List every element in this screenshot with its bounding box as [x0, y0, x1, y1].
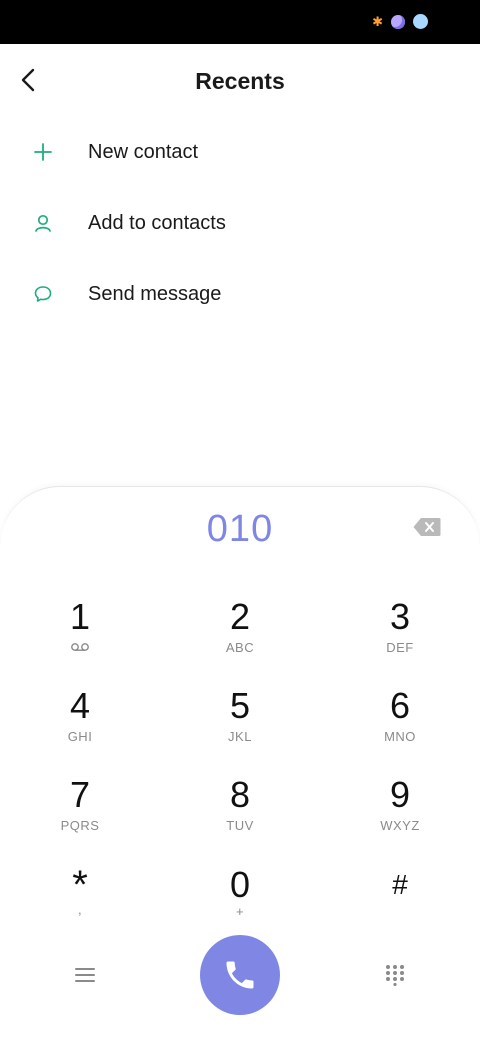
- key-2[interactable]: 2 ABC: [180, 596, 300, 676]
- key-digit: 0: [229, 864, 251, 905]
- key-letters: WXYZ: [380, 818, 420, 833]
- add-to-contacts-action[interactable]: Add to contacts: [0, 193, 480, 253]
- key-letters: MNO: [384, 729, 416, 744]
- menu-button[interactable]: [66, 957, 104, 993]
- status-dot-icon: [413, 14, 428, 29]
- key-8[interactable]: 8 TUV: [180, 774, 300, 854]
- key-digit: #: [392, 869, 408, 900]
- key-5[interactable]: 5 JKL: [180, 685, 300, 765]
- message-icon: [31, 282, 55, 306]
- key-digit: 2: [229, 596, 251, 637]
- key-digit: 1: [69, 596, 91, 637]
- key-letters: +: [235, 904, 245, 919]
- key-letters: DEF: [386, 640, 414, 655]
- key-digit: *: [72, 863, 88, 907]
- key-3[interactable]: 3 DEF: [340, 596, 460, 676]
- status-icons: ✱: [372, 14, 428, 29]
- key-digit: 9: [389, 774, 411, 815]
- status-bar: ✱: [0, 0, 480, 44]
- key-9[interactable]: 9 WXYZ: [340, 774, 460, 854]
- dialpad-toggle-button[interactable]: [377, 957, 413, 993]
- menu-icon: [75, 968, 95, 982]
- phone-icon: [226, 961, 254, 989]
- key-6[interactable]: 6 MNO: [340, 685, 460, 765]
- key-digit: 8: [229, 774, 251, 815]
- star-notification-icon: ✱: [372, 13, 383, 29]
- backspace-icon: [413, 518, 441, 536]
- send-message-action[interactable]: Send message: [0, 264, 480, 324]
- key-hash[interactable]: #: [340, 864, 460, 944]
- key-7[interactable]: 7 PQRS: [20, 774, 140, 854]
- planet-notification-icon: [391, 14, 405, 29]
- add-to-contacts-label: Add to contacts: [88, 211, 226, 234]
- key-digit: 6: [389, 685, 411, 726]
- key-letters: ,: [77, 902, 83, 917]
- key-letters: TUV: [226, 818, 254, 833]
- key-letters: PQRS: [60, 818, 100, 833]
- header: Recents: [0, 44, 480, 118]
- backspace-button[interactable]: [412, 516, 442, 538]
- call-button[interactable]: [200, 935, 280, 1015]
- key-star[interactable]: * ,: [20, 864, 140, 944]
- key-letters: JKL: [228, 729, 252, 744]
- page-title: Recents: [195, 68, 285, 94]
- new-contact-label: New contact: [88, 140, 199, 163]
- key-1[interactable]: 1: [20, 596, 140, 676]
- key-digit: 4: [69, 685, 91, 726]
- plus-icon: [31, 140, 55, 164]
- key-4[interactable]: 4 GHI: [20, 685, 140, 765]
- dialed-number: 010: [206, 508, 274, 550]
- dialpad-icon: [386, 965, 404, 986]
- key-letters: ABC: [225, 640, 255, 655]
- send-message-label: Send message: [88, 282, 222, 305]
- key-0[interactable]: 0 +: [180, 864, 300, 944]
- new-contact-action[interactable]: New contact: [0, 122, 480, 182]
- key-digit: 7: [69, 774, 91, 815]
- voicemail-icon: [20, 640, 140, 655]
- key-digit: 5: [229, 685, 251, 726]
- key-digit: 3: [389, 596, 411, 637]
- person-icon: [31, 211, 55, 235]
- key-letters: GHI: [67, 729, 93, 744]
